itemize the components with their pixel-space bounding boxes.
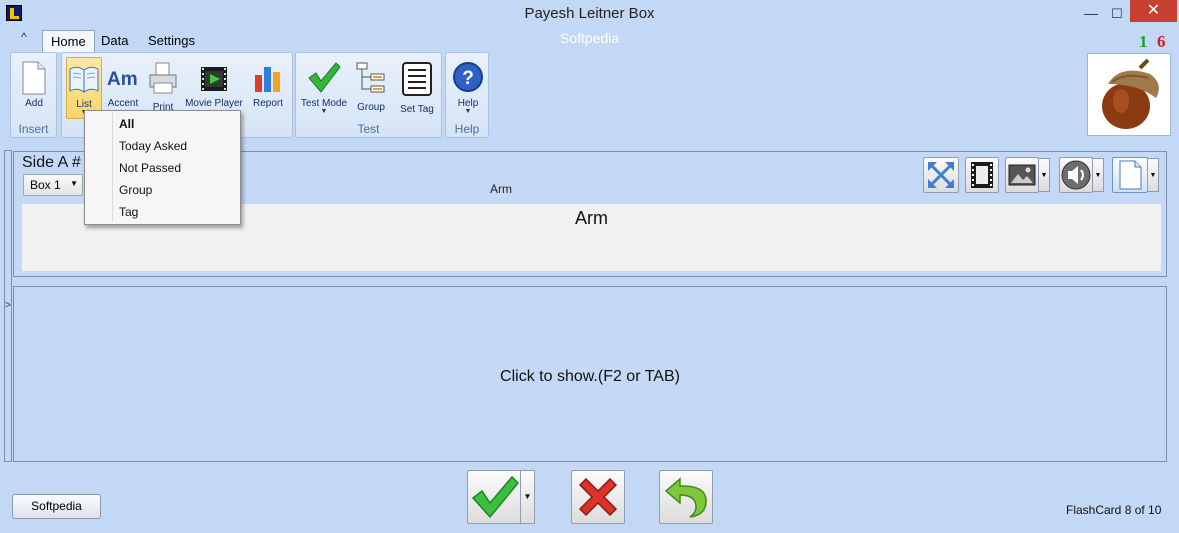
video-button[interactable] [965, 157, 999, 193]
group-button[interactable]: Group [352, 57, 390, 119]
checkmark-icon [308, 62, 341, 93]
correct-dropdown-icon[interactable]: ▼ [520, 470, 535, 524]
side-b-panel[interactable]: Click to show.(F2 or TAB) [13, 286, 1167, 462]
bar-chart-icon [255, 67, 280, 92]
maximize-button[interactable]: ☐ [1104, 4, 1130, 24]
window-title: Payesh Leitner Box [524, 5, 655, 22]
side-a-caption: Arm [490, 182, 512, 196]
box-select[interactable]: Box 1 ▼ [23, 174, 83, 196]
sound-button[interactable]: ▼ [1059, 157, 1104, 193]
big-checkmark-icon [471, 475, 520, 519]
flashcard-status: FlashCard 8 of 10 [1066, 503, 1162, 517]
test-mode-button[interactable]: Test Mode ▼ [299, 57, 349, 119]
set-tag-label: Set Tag [400, 104, 434, 115]
expand-arrow-icon[interactable]: > [5, 300, 11, 311]
add-button[interactable]: Add [15, 57, 53, 119]
wrong-counter: 6 [1157, 32, 1166, 51]
menu-item-tag[interactable]: Tag [87, 201, 238, 223]
ribbon-collapse-button[interactable]: ^ [14, 30, 34, 48]
title-bar: Payesh Leitner Box — ☐ ✕ [0, 0, 1179, 28]
undo-button[interactable] [659, 470, 713, 524]
sound-dropdown-icon[interactable]: ▼ [1092, 158, 1104, 192]
test-group: Test Mode ▼ Group Set Tag Test [295, 52, 442, 138]
svg-text:Am: Am [107, 69, 138, 90]
fullscreen-button[interactable] [923, 157, 959, 193]
undo-arrow-icon [664, 477, 707, 518]
menu-item-not-passed[interactable]: Not Passed [87, 157, 238, 179]
expand-arrows-icon [928, 162, 954, 188]
image-button[interactable]: ▼ [1005, 157, 1050, 193]
side-a-title: Side A # [22, 154, 81, 171]
printer-icon [149, 62, 177, 94]
menu-item-group[interactable]: Group [87, 179, 238, 201]
new-page-icon [22, 61, 46, 95]
accent-label: Accent [107, 98, 139, 109]
list-filter-menu: All Today Asked Not Passed Group Tag [84, 110, 241, 225]
accent-am-icon: Am [107, 69, 138, 90]
test-mode-dropdown-icon: ▼ [320, 108, 328, 115]
wrong-answer-button[interactable] [571, 470, 625, 524]
film-icon [201, 67, 227, 91]
picture-icon [1008, 164, 1036, 186]
menu-item-all[interactable]: All [87, 113, 238, 135]
help-button[interactable]: ? Help ▼ [449, 57, 487, 119]
help-group: ? Help ▼ Help [445, 52, 489, 138]
help-icon: ? [453, 62, 483, 92]
correct-answer-button[interactable] [467, 470, 521, 524]
help-dropdown-icon: ▼ [464, 108, 472, 115]
acorn-image [1087, 53, 1171, 136]
test-group-label: Test [357, 122, 380, 136]
red-x-icon [578, 477, 618, 517]
insert-group: Add Insert [10, 52, 57, 138]
click-to-show-hint: Click to show.(F2 or TAB) [500, 368, 680, 385]
page-icon [1119, 160, 1142, 190]
speaker-icon [1061, 160, 1091, 190]
page-button[interactable]: ▼ [1112, 157, 1159, 193]
film-strip-icon [971, 162, 993, 188]
tab-home[interactable]: Home [42, 30, 95, 52]
close-button[interactable]: ✕ [1130, 0, 1177, 22]
set-tag-button[interactable]: Set Tag [396, 57, 438, 119]
tag-list-icon [402, 62, 432, 96]
ribbon-tabs: ^ Home Data Settings Softpedia 1 6 [0, 28, 1179, 52]
minimize-button[interactable]: — [1078, 4, 1104, 24]
group-label: Group [357, 102, 385, 113]
report-label: Report [252, 98, 283, 109]
page-dropdown-icon[interactable]: ▼ [1147, 158, 1159, 192]
tab-settings[interactable]: Settings [140, 30, 203, 52]
tree-icon [356, 62, 385, 93]
svg-text:?: ? [462, 68, 474, 89]
box-select-value: Box 1 [30, 178, 61, 192]
softpedia-button[interactable]: Softpedia [12, 494, 101, 519]
report-button[interactable]: Report [248, 57, 288, 119]
tab-data[interactable]: Data [93, 30, 136, 52]
acorn-icon [1102, 58, 1159, 129]
menu-item-today-asked[interactable]: Today Asked [87, 135, 238, 157]
chevron-down-icon: ▼ [70, 179, 78, 188]
add-label: Add [25, 98, 43, 109]
help-group-label: Help [454, 122, 480, 136]
softpedia-watermark: Softpedia [560, 30, 620, 46]
correct-counter: 1 [1139, 32, 1148, 51]
movie-player-label: Movie Player [185, 98, 243, 109]
insert-group-label: Insert [18, 122, 49, 136]
open-book-icon [69, 66, 99, 93]
image-dropdown-icon[interactable]: ▼ [1038, 158, 1050, 192]
